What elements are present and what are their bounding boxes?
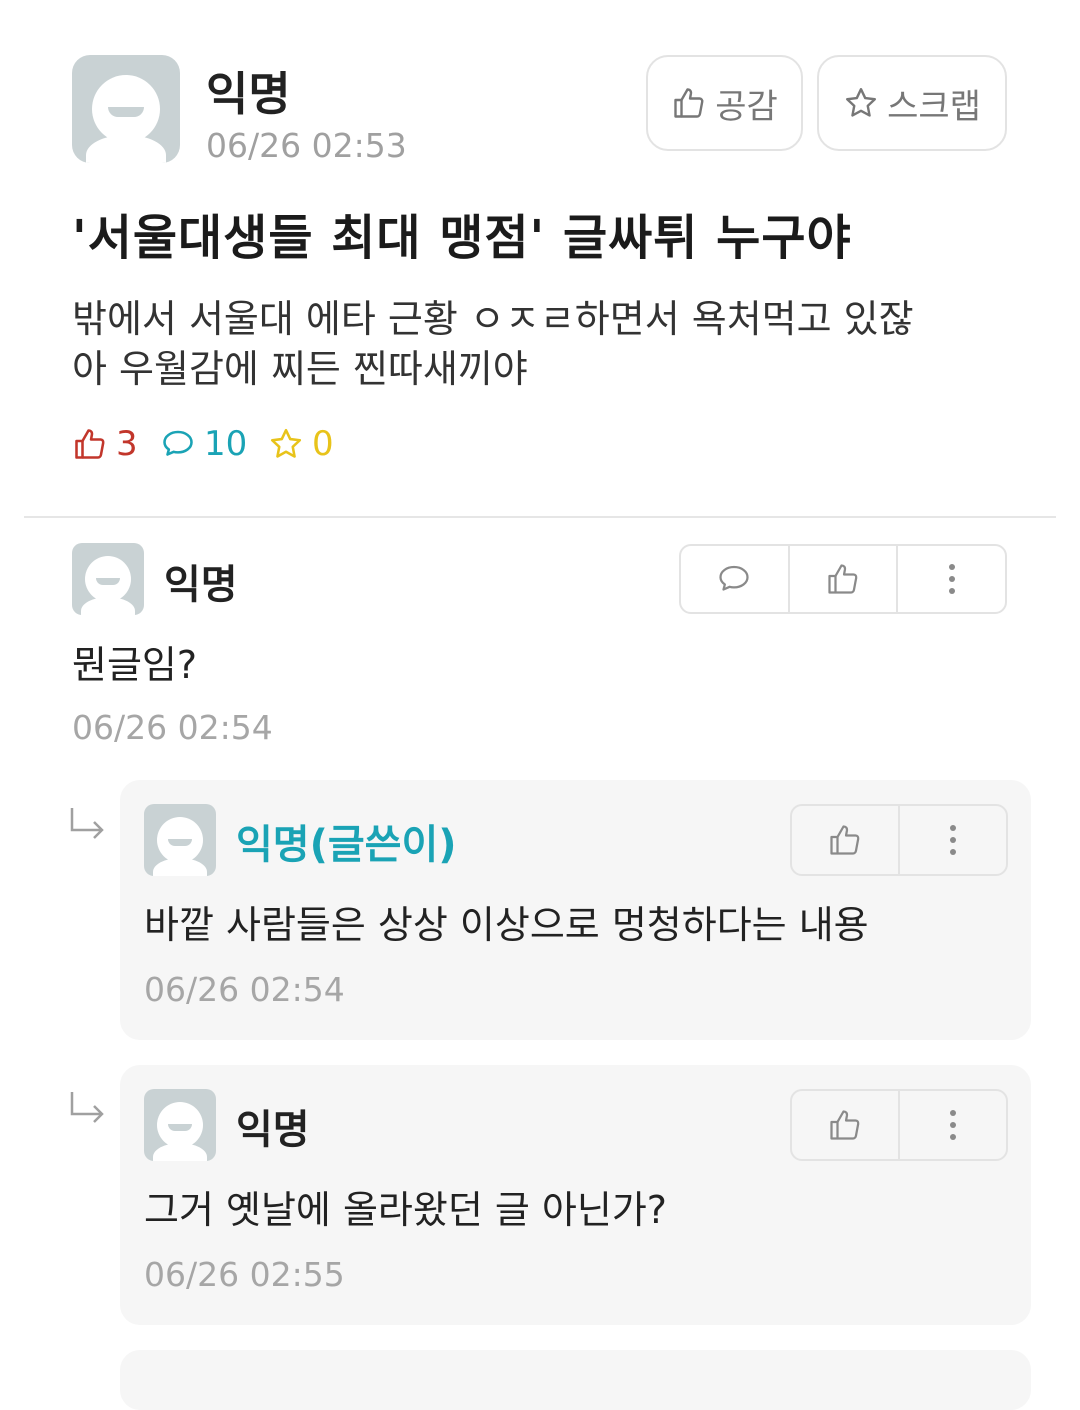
comment-actions — [679, 544, 1007, 614]
comment-time: 06/26 02:55 — [144, 1255, 345, 1294]
scrap-count: 0 — [268, 424, 334, 464]
comment-like-button[interactable] — [792, 806, 898, 874]
divider — [24, 516, 1056, 518]
comment-actions — [790, 1089, 1008, 1161]
reply-arrow-icon — [70, 808, 104, 839]
like-button-label: 공감 — [715, 86, 778, 127]
avatar — [144, 1089, 216, 1161]
reply-arrow-icon — [70, 1092, 104, 1123]
reply-button[interactable] — [681, 546, 788, 612]
reply: 익명 그거 옛날에 올라왔던 글 아닌가? 06/26 02:55 — [120, 1065, 1031, 1325]
more-vertical-icon — [947, 1107, 959, 1143]
like-button[interactable]: 공감 — [646, 55, 803, 151]
more-button[interactable] — [896, 546, 1005, 612]
avatar — [72, 543, 144, 615]
post-body-line-2: 아 우월감에 찌든 찐따새끼야 — [72, 347, 528, 391]
scrap-count-value: 0 — [312, 424, 334, 464]
comment-author: 익명 — [164, 562, 238, 608]
comment-like-button[interactable] — [792, 1091, 898, 1159]
comment-author: 익명 — [236, 1107, 310, 1153]
like-count: 3 — [72, 424, 138, 464]
speech-bubble-icon — [716, 561, 752, 597]
post-title: '서울대생들 최대 맹점' 글싸튀 누구야 — [72, 210, 852, 266]
more-vertical-icon — [946, 561, 958, 597]
thumbs-up-icon — [671, 85, 707, 121]
comment-text: 뭔글임? — [72, 643, 198, 687]
comment-author-op: 익명(글쓴이) — [236, 822, 457, 868]
comment-text: 바깥 사람들은 상상 이상으로 멍청하다는 내용 — [144, 903, 869, 947]
comment-count-value: 10 — [204, 424, 248, 464]
comment-time: 06/26 02:54 — [72, 708, 273, 747]
star-icon — [268, 426, 304, 462]
post-body-line-1: 밖에서 서울대 에타 근황 ㅇㅈㄹ하면서 욕처먹고 있잖 — [72, 297, 914, 341]
thumbs-up-icon — [825, 561, 861, 597]
scrap-button-label: 스크랩 — [887, 86, 981, 127]
like-count-value: 3 — [116, 424, 138, 464]
post-author: 익명 — [206, 67, 291, 121]
thumbs-up-icon — [72, 426, 108, 462]
reply: 익명(글쓴이) 바깥 사람들은 상상 이상으로 멍청하다는 내용 06/26 0… — [120, 780, 1031, 1040]
more-vertical-icon — [947, 822, 959, 858]
comment-count: 10 — [160, 424, 247, 464]
scrap-button[interactable]: 스크랩 — [817, 55, 1007, 151]
star-icon — [843, 85, 879, 121]
thumbs-up-icon — [827, 1107, 863, 1143]
comment-like-button[interactable] — [787, 546, 897, 612]
reply — [120, 1350, 1031, 1410]
post-author-avatar — [72, 55, 180, 163]
avatar — [144, 804, 216, 876]
comment-time: 06/26 02:54 — [144, 970, 345, 1009]
post-time: 06/26 02:53 — [206, 126, 407, 165]
more-button[interactable] — [898, 806, 1006, 874]
speech-bubble-icon — [160, 426, 196, 462]
comment-text: 그거 옛날에 올라왔던 글 아닌가? — [144, 1188, 667, 1232]
comment-actions — [790, 804, 1008, 876]
thumbs-up-icon — [827, 822, 863, 858]
more-button[interactable] — [898, 1091, 1006, 1159]
